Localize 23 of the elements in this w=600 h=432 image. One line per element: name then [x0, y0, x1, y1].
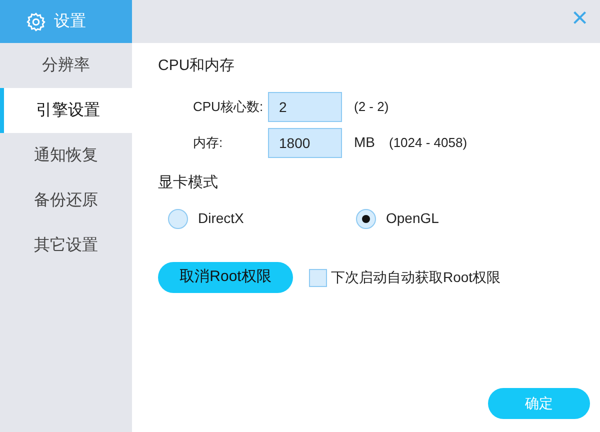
checkbox-label: 下次启动自动获取Root权限	[331, 268, 501, 287]
input-field[interactable]: 2	[268, 92, 342, 122]
radio-label: DirectX	[198, 209, 244, 228]
input-field[interactable]: 1800	[268, 128, 342, 158]
field-label: 内存:	[193, 134, 224, 152]
radio-button[interactable]	[168, 208, 188, 228]
radio-label: OpenGL	[386, 209, 439, 228]
section-title: CPU和内存	[158, 56, 236, 76]
sidebar-item[interactable]: 备份还原	[0, 178, 132, 223]
unit-label: MB	[354, 133, 375, 152]
range-label: (2 - 2)	[354, 98, 389, 116]
range-label: (1024 - 4058)	[389, 134, 468, 152]
sidebar-item[interactable]: 分辨率	[0, 43, 132, 88]
settings-title: 设置	[54, 12, 86, 32]
sidebar-item[interactable]: 其它设置	[0, 223, 132, 268]
radio-button[interactable]	[356, 208, 376, 228]
cancel-root-button[interactable]: 取消Root权限	[158, 262, 293, 293]
sidebar-item[interactable]: 引擎设置	[0, 88, 132, 133]
section-title: 显卡模式	[158, 172, 219, 192]
field-label: CPU核心数:	[193, 98, 264, 116]
gear-icon	[26, 12, 46, 32]
checkbox[interactable]	[309, 268, 327, 286]
sidebar-item[interactable]: 通知恢复	[0, 133, 132, 178]
